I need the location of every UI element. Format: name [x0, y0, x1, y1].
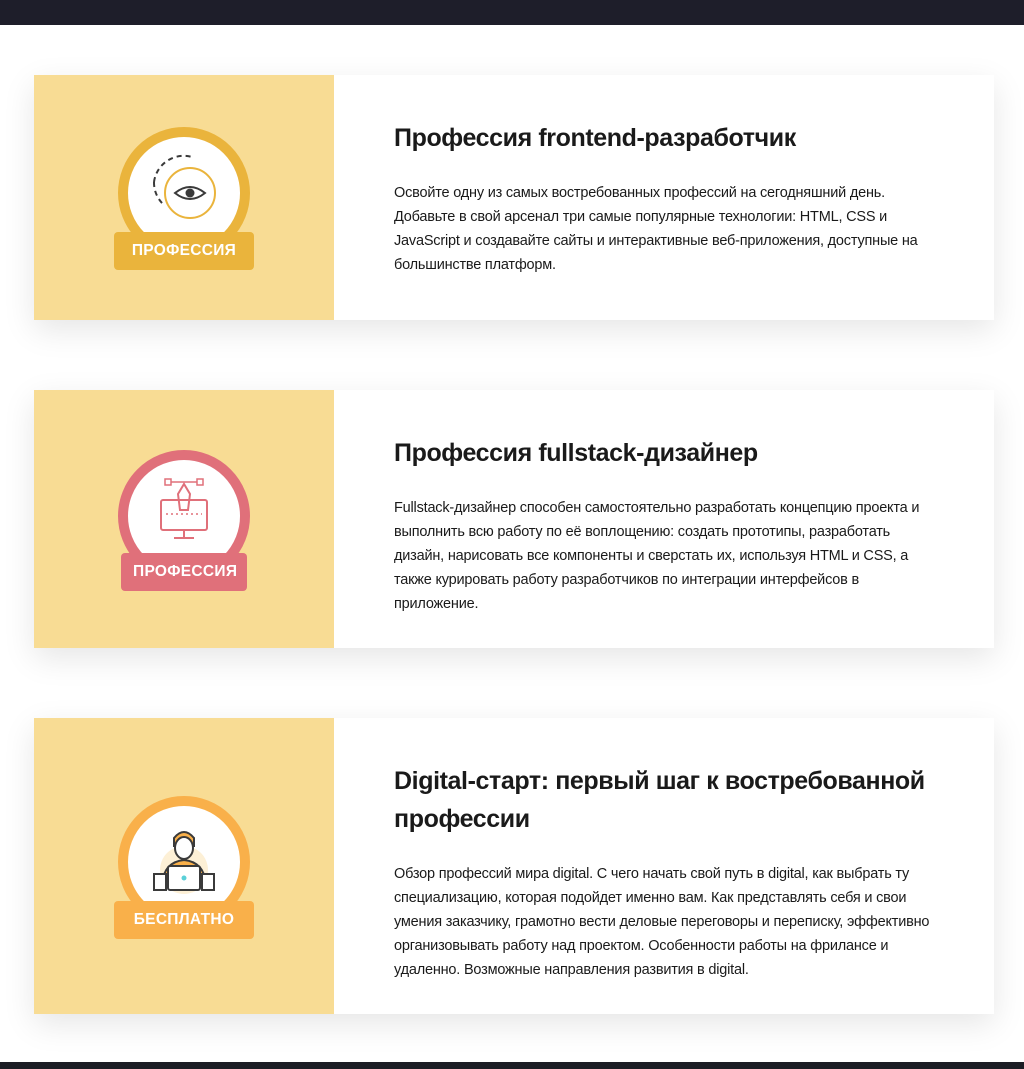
badge-label: БЕСПЛАТНО [114, 901, 254, 939]
card-body: Профессия fullstack-дизайнер Fullstack-д… [334, 390, 994, 648]
badge-label: ПРОФЕССИЯ [114, 232, 254, 270]
card-description: Fullstack-дизайнер способен самостоятель… [394, 500, 920, 612]
card-title[interactable]: Digital-старт: первый шаг к востребованн… [394, 762, 934, 838]
badge-label: ПРОФЕССИЯ [121, 553, 247, 591]
card-description: Освойте одну из самых востребованных про… [394, 185, 918, 273]
card-media: ПРОФЕССИЯ [34, 390, 334, 648]
card-description: Обзор профессий мира digital. С чего нач… [394, 866, 930, 978]
card-body: Digital-старт: первый шаг к востребованн… [334, 718, 994, 1014]
card-title[interactable]: Профессия fullstack-дизайнер [394, 434, 934, 472]
course-card-digital-start[interactable]: БЕСПЛАТНО Digital-старт: первый шаг к во… [34, 718, 994, 1014]
card-body: Профессия frontend-разработчик Освойте о… [334, 75, 994, 320]
card-media: БЕСПЛАТНО [34, 718, 334, 1014]
card-media: ПРОФЕССИЯ [34, 75, 334, 320]
footer-bar [0, 1062, 1024, 1069]
course-card-fullstack-designer[interactable]: ПРОФЕССИЯ Профессия fullstack-дизайнер F… [34, 390, 994, 648]
card-title[interactable]: Профессия frontend-разработчик [394, 119, 934, 157]
course-card-frontend[interactable]: ПРОФЕССИЯ Профессия frontend-разработчик… [34, 75, 994, 320]
top-nav-bar [0, 0, 1024, 25]
